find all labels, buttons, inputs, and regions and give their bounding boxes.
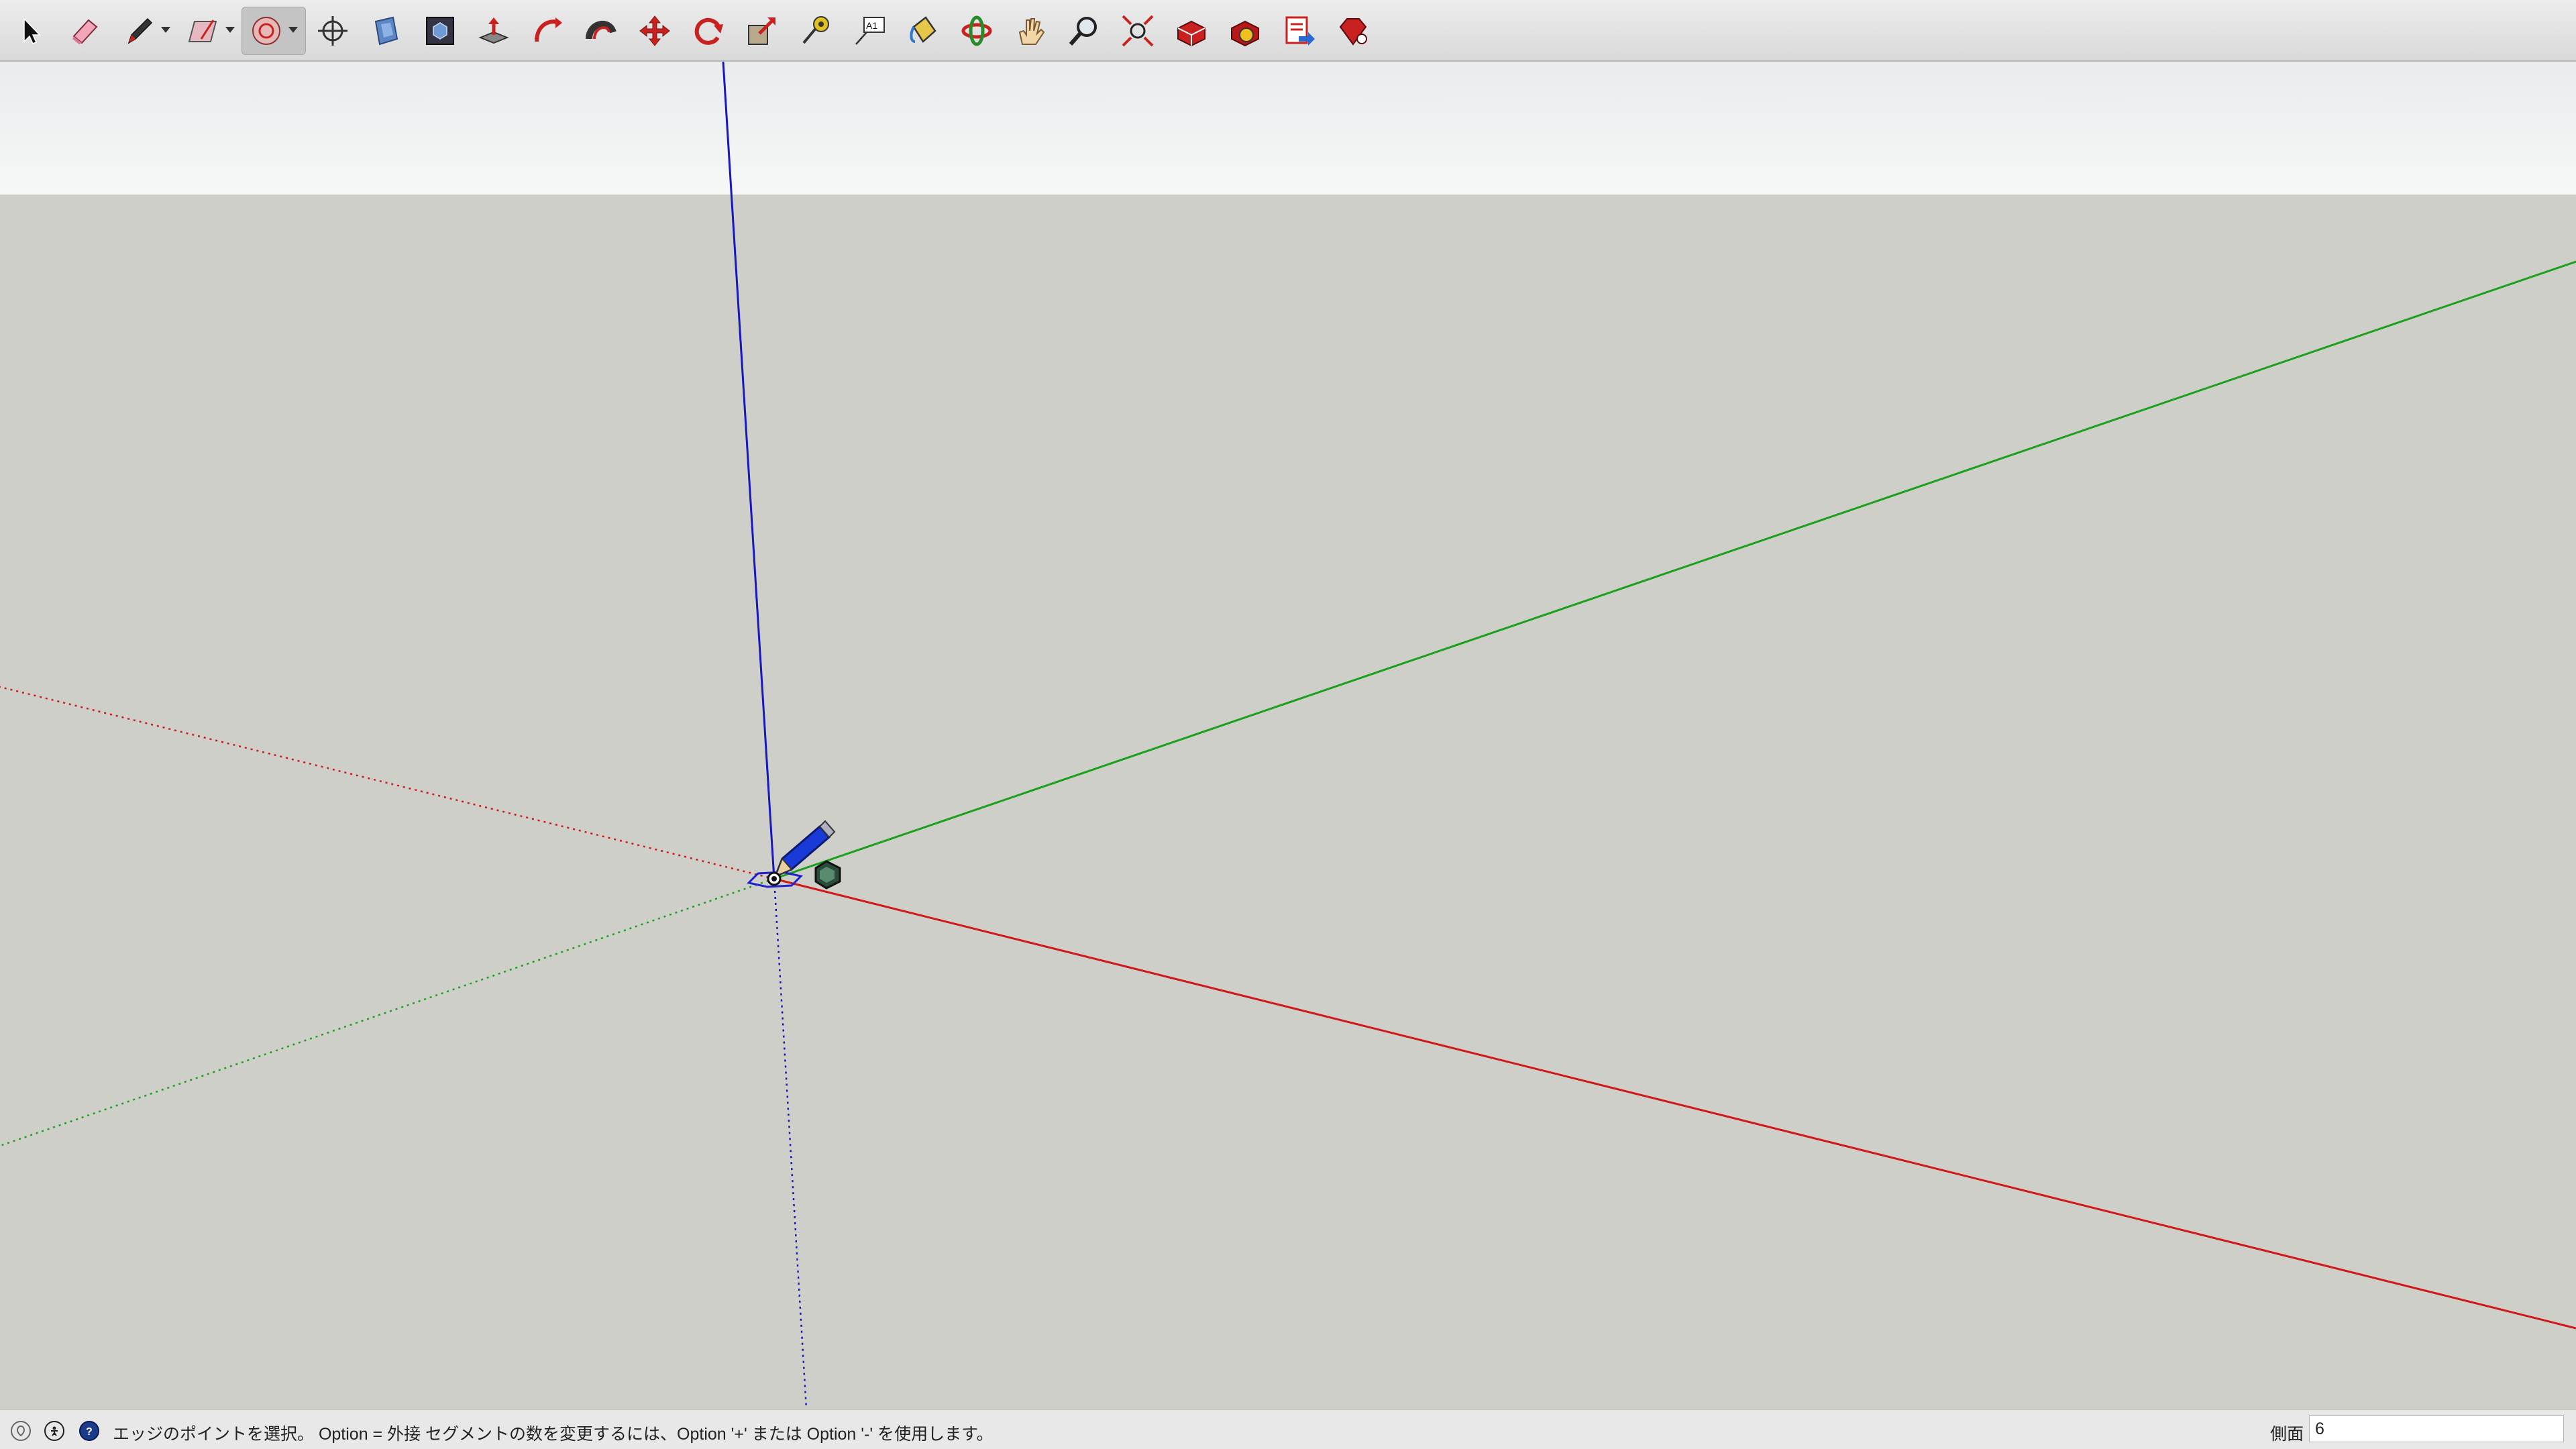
- status-bar: ? エッジのポイントを選択。 Option = 外接 セグメントの数を変更するに…: [0, 1409, 2576, 1449]
- blue-axis-negative: [773, 878, 808, 1409]
- red-axis-negative: [0, 686, 775, 880]
- measurements-label: 側面: [2270, 1425, 2304, 1444]
- credits-icon[interactable]: [44, 1421, 64, 1441]
- help-icon[interactable]: ?: [79, 1421, 99, 1441]
- svg-text:?: ?: [86, 1426, 93, 1437]
- model-viewport[interactable]: [0, 0, 2576, 1449]
- green-axis: [773, 260, 2576, 880]
- cursor-origin-dot: [771, 876, 777, 881]
- status-message: エッジのポイントを選択。 Option = 外接 セグメントの数を変更するには、…: [113, 1425, 994, 1444]
- red-axis: [773, 877, 2576, 1330]
- geo-location-icon[interactable]: [11, 1421, 31, 1441]
- measurements-input[interactable]: [2309, 1415, 2564, 1442]
- green-axis-negative: [0, 877, 775, 1147]
- blue-axis: [722, 61, 775, 879]
